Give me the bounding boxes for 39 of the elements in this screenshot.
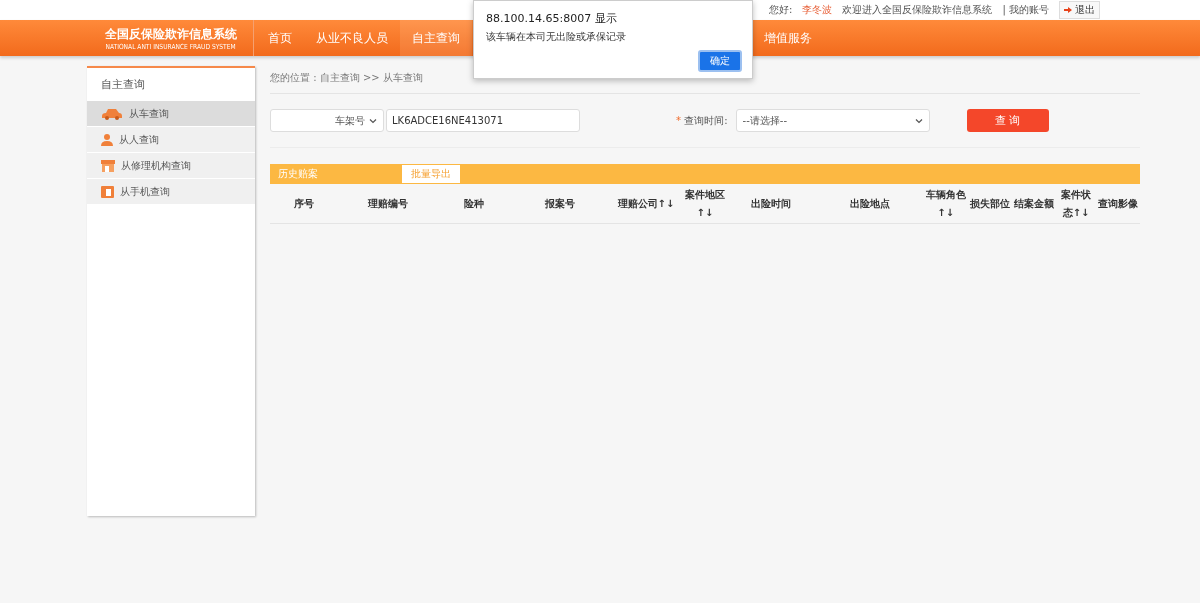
sidebar-item[interactable]: 从人查询 <box>87 127 255 153</box>
shop-icon <box>101 159 115 172</box>
column-header: 案件地区↑↓ <box>683 187 726 220</box>
vin-input-field[interactable]: LK6ADCE16NE413071 <box>386 109 580 132</box>
sidebar-item[interactable]: 从车查询 <box>87 101 255 127</box>
type-select[interactable]: 车架号 <box>270 109 384 132</box>
column-header: 损失部位 <box>969 196 1011 211</box>
dialog-message: 该车辆在本司无出险或承保记录 <box>486 30 627 44</box>
column-header: 理赔公司↑↓ <box>616 196 676 211</box>
user-name: 李冬波 <box>802 3 833 17</box>
column-header: 报案号 <box>543 196 576 211</box>
sidebar-title: 自主查询 <box>100 77 146 93</box>
welcome-text: 欢迎进入全国反保险欺诈信息系统 <box>842 3 993 17</box>
exit-icon <box>1064 6 1073 14</box>
time-label: * 查询时间: <box>676 113 728 128</box>
column-header: 出险地点 <box>848 196 891 211</box>
column-header: 查询影像 <box>1096 196 1139 211</box>
time-select[interactable]: --请选择-- <box>735 109 930 132</box>
account-link[interactable]: | 我的账号 <box>1002 3 1049 17</box>
column-header: 车辆角色↑↓ <box>924 187 967 220</box>
sidebar-item[interactable]: 从修理机构查询 <box>87 153 255 179</box>
caret-icon <box>369 116 377 125</box>
history-title: 历史赔案 <box>278 167 318 181</box>
car-icon <box>101 107 123 120</box>
caret-icon <box>914 116 923 125</box>
column-header: 出险时间 <box>750 196 793 211</box>
query-button[interactable]: 查 询 <box>966 109 1049 132</box>
phone-icon <box>101 185 114 198</box>
sidebar-item[interactable]: 从手机查询 <box>87 179 255 205</box>
ok-button[interactable]: 确定 <box>698 50 742 72</box>
logout-button[interactable]: 退出 <box>1059 1 1100 19</box>
greeting-text: 您好: <box>769 3 793 17</box>
column-header: 案件状态↑↓ <box>1060 187 1093 220</box>
column-header: 结案金额 <box>1013 196 1056 211</box>
column-header: 序号 <box>293 196 316 211</box>
person-icon <box>101 133 113 146</box>
dialog-title: 88.100.14.65:8007 显示 <box>486 11 618 26</box>
column-header: 险种 <box>462 196 485 211</box>
column-header: 理赔编号 <box>366 196 409 211</box>
